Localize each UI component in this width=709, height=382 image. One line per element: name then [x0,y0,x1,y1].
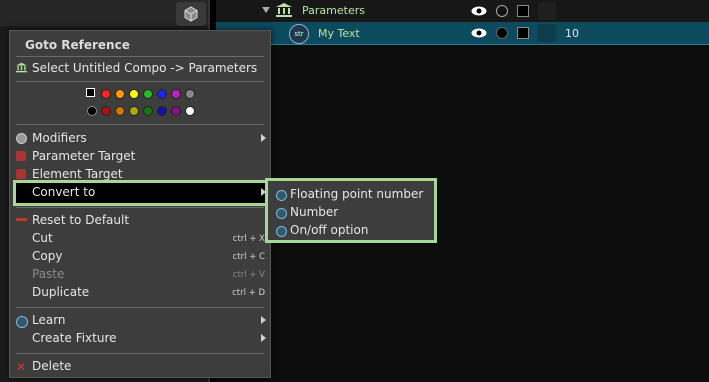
color-swatch[interactable] [115,106,125,116]
menu-item-element-target[interactable]: Element Target [32,167,123,181]
color-swatch[interactable] [143,89,153,99]
boolean-icon [276,226,287,237]
cell-box[interactable] [538,2,556,20]
color-swatch[interactable] [129,89,139,99]
menu-item-modifiers[interactable]: Modifiers [32,131,87,145]
container-icon [276,3,292,17]
submenu-arrow-icon [261,188,266,196]
menu-divider [16,207,264,208]
menu-divider [16,124,264,125]
menu-title: Goto Reference [25,38,130,52]
submenu-item-float[interactable]: Floating point number [290,187,423,201]
menu-item-delete[interactable]: Delete [32,359,71,373]
visibility-eye-icon[interactable] [471,6,487,16]
color-swatch[interactable] [86,88,95,97]
menu-item-convert-to[interactable]: Convert to [32,185,95,199]
menu-divider [16,353,264,354]
submenu-item-number[interactable]: Number [290,205,338,219]
color-swatch[interactable] [101,89,111,99]
number-icon [276,208,287,219]
goto-reference-item[interactable]: Select Untitled Compo -> Parameters [32,61,257,75]
menu-item-create-fixture[interactable]: Create Fixture [32,331,117,345]
string-type-icon: str [289,24,309,44]
menu-item-duplicate[interactable]: Duplicate [32,285,89,299]
submenu-arrow-icon [261,334,266,342]
shortcut-paste: ctrl + V [232,270,265,280]
submenu-item-onoff[interactable]: On/off option [290,223,368,237]
color-square[interactable] [517,27,529,39]
color-swatch[interactable] [87,106,97,116]
cube-icon [184,6,198,22]
enable-toggle[interactable] [496,5,508,17]
color-swatch[interactable] [143,106,153,116]
learn-icon [16,316,28,328]
float-icon [276,190,287,201]
color-swatch[interactable] [157,89,167,99]
reset-icon [16,218,27,221]
visibility-eye-icon[interactable] [471,28,487,38]
menu-divider [16,81,264,82]
menu-item-cut[interactable]: Cut [32,231,53,245]
menu-item-parameter-target[interactable]: Parameter Target [32,149,135,163]
menu-item-paste: Paste [32,267,65,281]
submenu-arrow-icon [261,316,266,324]
tree-label-parameters: Parameters [302,4,365,17]
color-swatch[interactable] [185,106,195,116]
collapse-arrow-icon[interactable] [262,7,270,13]
color-square[interactable] [517,5,529,17]
menu-divider [16,56,264,57]
container-icon [16,62,27,73]
value-my-text[interactable]: 10 [565,27,579,40]
tree-label-my-text: My Text [318,27,360,40]
shortcut-duplicate: ctrl + D [232,288,265,298]
delete-icon: ✕ [16,360,27,374]
modifiers-icon [16,133,27,144]
color-swatch[interactable] [171,106,181,116]
color-swatch[interactable] [185,89,195,99]
target-icon [16,151,26,161]
menu-item-learn[interactable]: Learn [32,313,66,327]
menu-item-copy[interactable]: Copy [32,249,62,263]
submenu-arrow-icon [261,134,266,142]
color-swatch[interactable] [101,106,111,116]
shortcut-cut: ctrl + X [232,234,265,244]
menu-item-reset-default[interactable]: Reset to Default [32,213,129,227]
cube-button[interactable] [176,2,206,26]
cell-box[interactable] [538,24,556,42]
enable-toggle[interactable] [496,27,508,39]
shortcut-copy: ctrl + C [232,252,265,262]
color-swatch[interactable] [115,89,125,99]
color-swatch[interactable] [129,106,139,116]
menu-divider [16,307,264,308]
color-swatch[interactable] [171,89,181,99]
target-icon [16,169,26,179]
color-swatch[interactable] [157,106,167,116]
